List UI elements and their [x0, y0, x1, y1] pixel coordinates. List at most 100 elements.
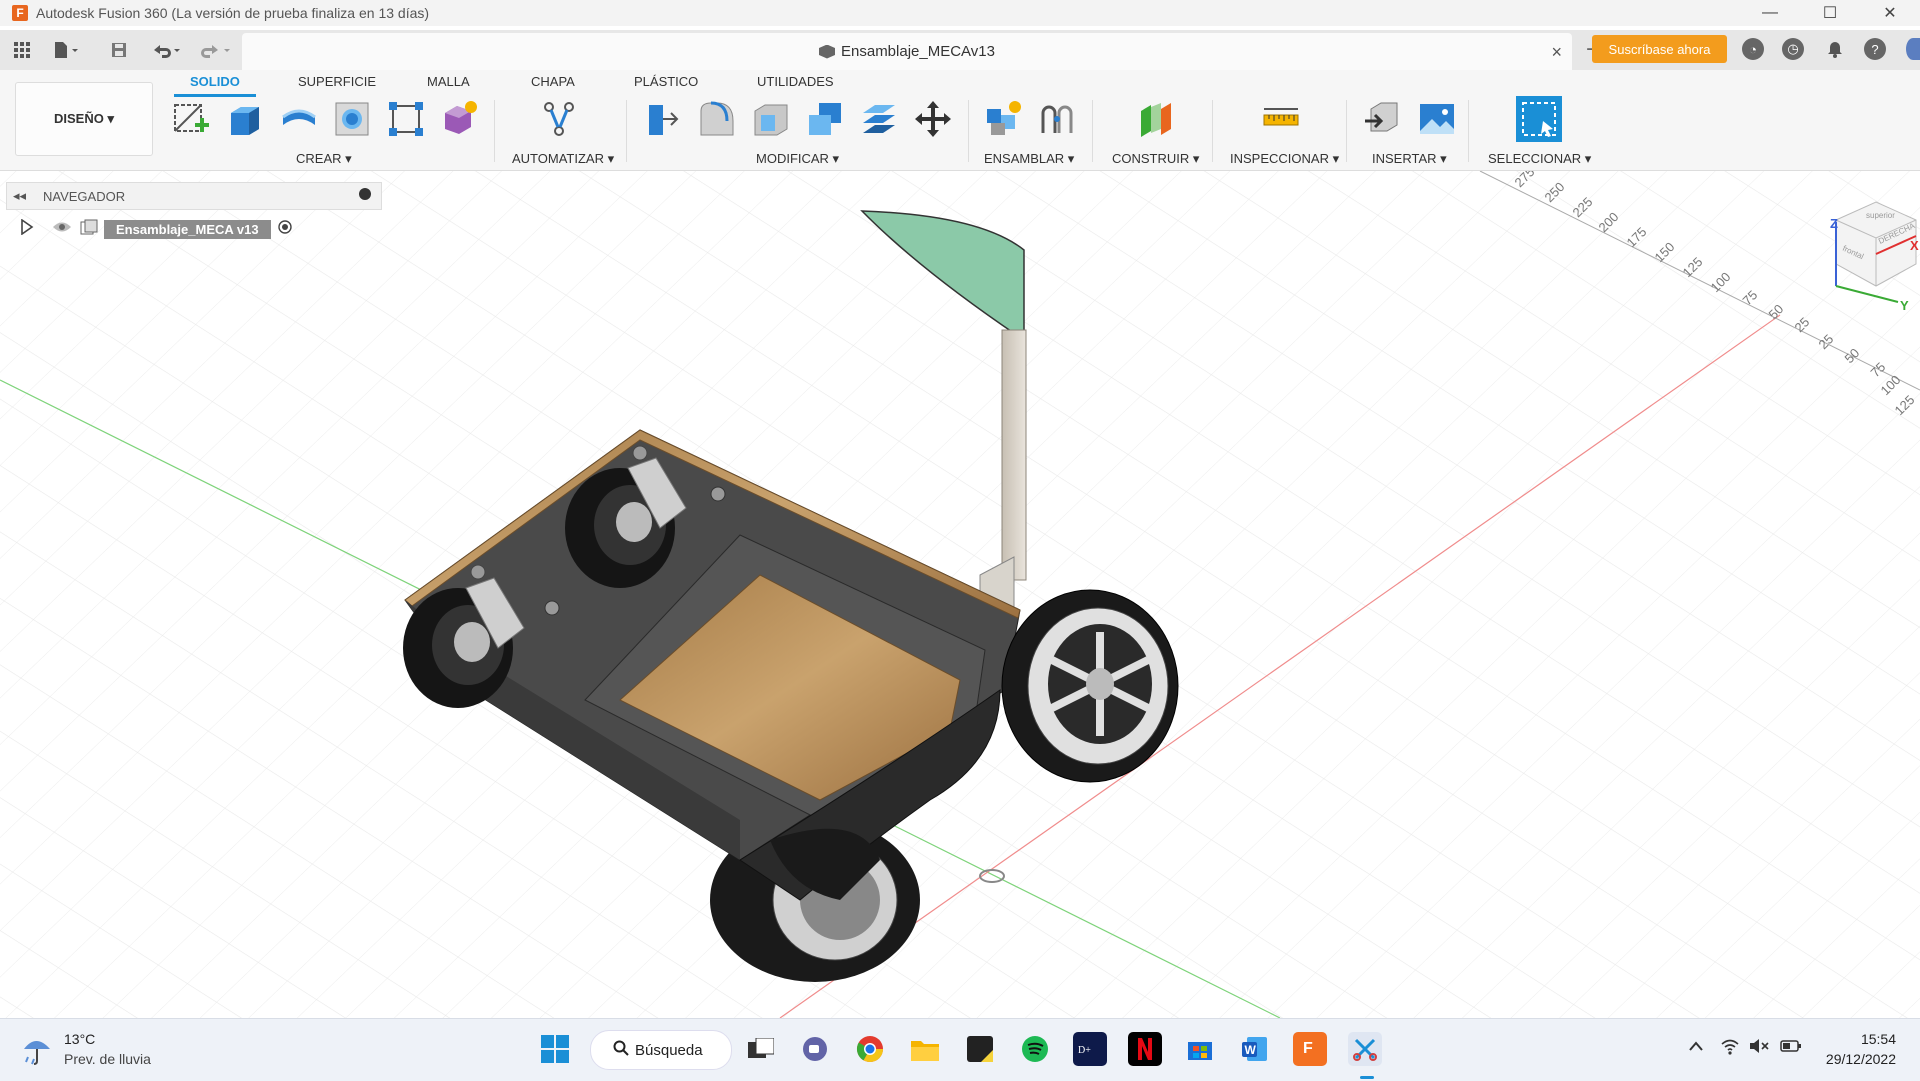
weather-description[interactable]: Prev. de lluvia — [64, 1051, 151, 1067]
navigator-options-icon[interactable] — [359, 188, 371, 200]
tab-solido[interactable]: SOLIDO — [174, 74, 256, 97]
navigator-title: NAVEGADOR — [43, 188, 126, 204]
taskbar-search[interactable]: Búsqueda — [590, 1030, 732, 1070]
press-pull-icon[interactable] — [642, 98, 684, 140]
file-explorer-icon[interactable] — [908, 1032, 942, 1066]
rectangular-pattern-icon[interactable] — [385, 98, 427, 140]
viewport-scene[interactable]: 275 250 225 200 175 150 125 100 75 50 25… — [0, 171, 1920, 1018]
clock-time[interactable]: 15:54 — [1820, 1031, 1896, 1047]
group-separator — [1468, 100, 1469, 162]
select-icon[interactable] — [1516, 96, 1562, 142]
revolve-icon[interactable] — [278, 98, 320, 140]
steering-pole — [1001, 329, 1027, 581]
extensions-icon[interactable]: ◔ — [1742, 38, 1764, 60]
minimize-icon[interactable]: — — [1740, 0, 1800, 26]
svg-text:F: F — [1303, 1040, 1313, 1057]
teams-chat-icon[interactable] — [798, 1032, 832, 1066]
offset-plane-icon[interactable] — [1134, 98, 1176, 140]
bolt — [710, 486, 726, 502]
axis-x-label: X — [1910, 238, 1919, 253]
word-icon[interactable]: W — [1238, 1032, 1272, 1066]
create-form-icon[interactable] — [438, 98, 480, 140]
group-seleccionar[interactable]: SELECCIONAR ▾ — [1488, 151, 1591, 167]
group-insertar[interactable]: INSERTAR ▾ — [1372, 151, 1447, 167]
document-tab[interactable]: Ensamblaje_MECAv13 × — [242, 33, 1572, 70]
joint-icon[interactable] — [1036, 98, 1078, 140]
file-menu-icon[interactable] — [46, 30, 86, 70]
move-copy-icon[interactable] — [912, 98, 954, 140]
extrude-icon[interactable] — [224, 98, 266, 140]
root-component-label[interactable]: Ensamblaje_MECA v13 — [104, 219, 271, 239]
activate-radio-icon[interactable] — [277, 219, 293, 240]
group-ensamblar[interactable]: ENSAMBLAR ▾ — [984, 151, 1074, 167]
save-icon[interactable] — [106, 30, 132, 70]
netflix-icon[interactable] — [1128, 1032, 1162, 1066]
group-crear[interactable]: CREAR ▾ — [296, 151, 352, 167]
3d-viewport[interactable]: 275 250 225 200 175 150 125 100 75 50 25… — [0, 171, 1920, 1018]
create-sketch-icon[interactable] — [170, 98, 212, 140]
group-separator — [626, 100, 627, 162]
search-icon — [613, 1040, 629, 1060]
new-component-icon[interactable] — [982, 98, 1024, 140]
viewcube-face-top[interactable]: superior — [1866, 211, 1895, 220]
group-modificar[interactable]: MODIFICAR ▾ — [756, 151, 839, 167]
navigator-panel: ◂◂ NAVEGADOR — [6, 182, 382, 210]
tab-utilidades[interactable]: UTILIDADES — [757, 74, 834, 89]
workspace-selector[interactable]: DISEÑO ▾ — [15, 82, 153, 156]
navigator-tree-row[interactable]: Ensamblaje_MECA v13 — [20, 217, 293, 240]
chrome-icon[interactable] — [853, 1032, 887, 1066]
microsoft-store-icon[interactable] — [1183, 1032, 1217, 1066]
chevron-up-icon[interactable] — [1688, 1039, 1704, 1057]
offset-face-icon[interactable] — [858, 98, 900, 140]
shell-icon[interactable] — [750, 98, 792, 140]
weather-rain-icon[interactable] — [20, 1033, 54, 1072]
fillet-icon[interactable] — [696, 98, 738, 140]
title-bar: F Autodesk Fusion 360 (La versión de pru… — [0, 0, 1920, 26]
group-construir[interactable]: CONSTRUIR ▾ — [1112, 151, 1199, 167]
tab-malla[interactable]: MALLA — [427, 74, 470, 89]
group-automatizar[interactable]: AUTOMATIZAR ▾ — [512, 151, 614, 167]
user-avatar[interactable] — [1906, 38, 1920, 60]
redo-icon[interactable] — [196, 30, 236, 70]
windows-taskbar: 13°C Prev. de lluvia Búsqueda D+ W F 15:… — [0, 1018, 1920, 1081]
snipping-tool-icon[interactable] — [1348, 1032, 1382, 1066]
canvas-image-icon[interactable] — [1416, 98, 1458, 140]
task-view-icon[interactable] — [744, 1032, 778, 1066]
windows-start-icon[interactable] — [538, 1032, 572, 1066]
combine-icon[interactable] — [804, 98, 846, 140]
svg-text:W: W — [1245, 1043, 1257, 1057]
tab-chapa[interactable]: CHAPA — [531, 74, 575, 89]
fusion-360-taskbar-icon[interactable]: F — [1293, 1032, 1327, 1066]
notifications-icon[interactable] — [1824, 38, 1846, 60]
axis-y-label: Y — [1900, 298, 1909, 313]
undo-icon[interactable] — [146, 30, 186, 70]
tab-superficie[interactable]: SUPERFICIE — [298, 74, 376, 89]
hole-icon[interactable] — [331, 98, 373, 140]
sticky-notes-icon[interactable] — [963, 1032, 997, 1066]
help-icon[interactable]: ? — [1864, 38, 1886, 60]
group-separator — [1092, 100, 1093, 162]
collapse-panel-icon[interactable]: ◂◂ — [13, 188, 35, 204]
insert-derive-icon[interactable] — [1362, 98, 1404, 140]
expand-arrow-icon[interactable] — [20, 217, 34, 240]
close-tab-icon[interactable]: × — [1551, 42, 1562, 63]
measure-icon[interactable] — [1260, 98, 1302, 140]
clock-date[interactable]: 29/12/2022 — [1806, 1051, 1896, 1067]
subscribe-button[interactable]: Suscríbase ahora — [1592, 35, 1727, 63]
tab-plastico[interactable]: PLÁSTICO — [634, 74, 698, 89]
weather-temperature[interactable]: 13°C — [64, 1031, 95, 1047]
job-status-icon[interactable]: ◷ — [1782, 38, 1804, 60]
battery-icon[interactable] — [1780, 1039, 1802, 1058]
disney-plus-icon[interactable]: D+ — [1073, 1032, 1107, 1066]
close-icon[interactable]: ✕ — [1860, 0, 1920, 26]
group-separator — [1212, 100, 1213, 162]
volume-muted-icon[interactable] — [1748, 1037, 1770, 1060]
spotify-icon[interactable] — [1018, 1032, 1052, 1066]
visibility-eye-icon[interactable] — [52, 220, 72, 239]
group-inspeccionar[interactable]: INSPECCIONAR ▾ — [1230, 151, 1339, 167]
apps-grid-icon[interactable] — [8, 30, 36, 70]
group-separator — [1346, 100, 1347, 162]
wifi-icon[interactable] — [1720, 1037, 1740, 1060]
maximize-icon[interactable]: ☐ — [1800, 0, 1860, 26]
automate-icon[interactable] — [538, 98, 580, 140]
